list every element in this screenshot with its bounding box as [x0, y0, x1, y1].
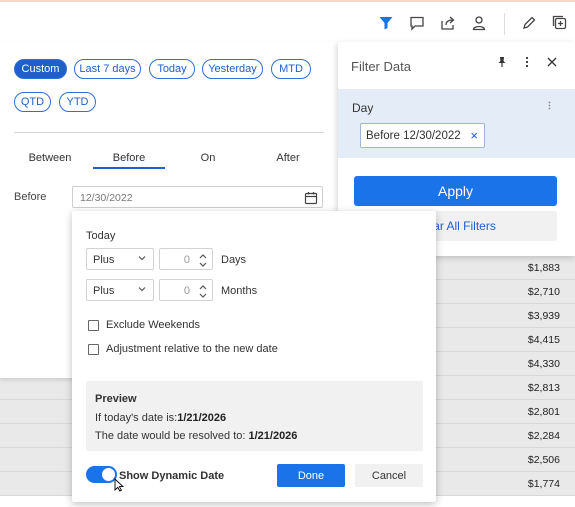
filter-tag-label: Before 12/30/2022 [366, 130, 461, 142]
preset-chip-custom[interactable]: Custom [14, 59, 67, 79]
preview-resolved-value: 1/21/2026 [248, 430, 298, 442]
top-toolbar [0, 0, 575, 42]
table-cell-value: $2,506 [527, 454, 560, 466]
chevron-down-icon [137, 253, 147, 263]
filter-day-section: Day Before 12/30/2022 × [338, 89, 575, 158]
exclude-weekends-option[interactable]: Exclude Weekends [88, 318, 200, 332]
preview-title: Preview [95, 393, 137, 405]
filter-field-label: Day [352, 101, 374, 115]
months-operator-select[interactable]: Plus [86, 279, 154, 301]
table-cell-value: $1,883 [527, 262, 560, 274]
apply-button[interactable]: Apply [354, 176, 557, 206]
tab-between[interactable]: Between [22, 152, 78, 164]
months-amount-value: 0 [183, 285, 190, 297]
preview-resolved-text: The date would be resolved to: [95, 430, 249, 442]
filter-tag[interactable]: Before 12/30/2022 × [360, 123, 485, 148]
field-more-icon[interactable] [548, 101, 551, 113]
preset-chip-qtd[interactable]: QTD [14, 92, 51, 112]
months-amount-stepper[interactable]: 0 [159, 279, 213, 301]
decrement-icon[interactable] [198, 291, 208, 299]
preview-today-line: If today's date is:1/21/2026 [95, 412, 226, 424]
tab-on[interactable]: On [184, 152, 232, 164]
dynamic-date-popup: Today Plus 0 Days Plus 0 Months Exclude … [72, 211, 436, 502]
table-cell-value: $2,710 [527, 286, 560, 298]
today-label: Today [86, 230, 116, 242]
days-amount-value: 0 [183, 254, 190, 266]
toolbar-separator [504, 13, 505, 35]
comment-icon[interactable] [408, 14, 426, 32]
preset-chip-last-7-days[interactable]: Last 7 days [74, 59, 141, 79]
adjustment-option[interactable]: Adjustment relative to the new date [88, 342, 278, 356]
share-icon[interactable] [439, 14, 457, 32]
pin-icon[interactable] [495, 55, 509, 69]
tab-before[interactable]: Before [93, 152, 165, 164]
add-icon[interactable] [551, 14, 569, 32]
table-cell-value: $1,774 [527, 478, 560, 490]
preset-chip-mtd[interactable]: MTD [271, 59, 311, 79]
mouse-cursor-icon [114, 477, 125, 492]
date-input-value: 12/30/2022 [80, 192, 133, 204]
user-icon[interactable] [470, 14, 488, 32]
exclude-weekends-label: Exclude Weekends [106, 319, 200, 331]
divider [14, 132, 324, 133]
increment-icon[interactable] [198, 282, 208, 290]
filter-icon[interactable] [377, 14, 395, 32]
days-operator-select[interactable]: Plus [86, 248, 154, 270]
table-cell-value: $2,801 [527, 406, 560, 418]
date-field-label: Before [14, 191, 47, 203]
calendar-icon[interactable] [304, 191, 318, 205]
more-vertical-icon[interactable] [520, 55, 534, 69]
close-icon[interactable] [545, 55, 559, 69]
tab-after[interactable]: After [264, 152, 312, 164]
months-unit-label: Months [221, 285, 258, 297]
remove-tag-icon[interactable]: × [470, 128, 478, 143]
active-tab-indicator [93, 167, 165, 169]
increment-icon[interactable] [198, 251, 208, 259]
preview-today-text: If today's date is: [95, 412, 178, 424]
edit-icon[interactable] [520, 14, 538, 32]
adjustment-checkbox[interactable] [88, 343, 99, 355]
table-cell-value: $4,330 [527, 358, 560, 370]
preview-today-value: 1/21/2026 [177, 412, 227, 424]
months-operator-value: Plus [93, 285, 115, 297]
table-cell-value: $2,284 [527, 430, 560, 442]
show-dynamic-date-toggle[interactable] [86, 466, 117, 483]
days-amount-stepper[interactable]: 0 [159, 248, 213, 270]
preset-chip-yesterday[interactable]: Yesterday [202, 59, 263, 79]
table-cell-value: $4,415 [527, 334, 560, 346]
cancel-button[interactable]: Cancel [355, 464, 423, 487]
chevron-down-icon [137, 284, 147, 294]
days-unit-label: Days [221, 254, 247, 266]
filter-panel-title: Filter Data [351, 59, 411, 74]
date-input[interactable]: 12/30/2022 [72, 186, 323, 208]
adjustment-label: Adjustment relative to the new date [106, 343, 278, 355]
done-button[interactable]: Done [277, 464, 345, 487]
table-cell-value: $2,813 [527, 382, 560, 394]
preview-resolved-line: The date would be resolved to: 1/21/2026 [95, 430, 297, 442]
preset-chip-today[interactable]: Today [149, 59, 195, 79]
preset-chip-ytd[interactable]: YTD [59, 92, 96, 112]
table-cell-value: $3,939 [527, 310, 560, 322]
exclude-weekends-checkbox[interactable] [88, 319, 99, 331]
days-operator-value: Plus [93, 254, 115, 266]
preview-box: Preview If today's date is:1/21/2026 The… [86, 381, 423, 451]
decrement-icon[interactable] [198, 260, 208, 268]
show-dynamic-date-label: Show Dynamic Date [119, 470, 225, 482]
